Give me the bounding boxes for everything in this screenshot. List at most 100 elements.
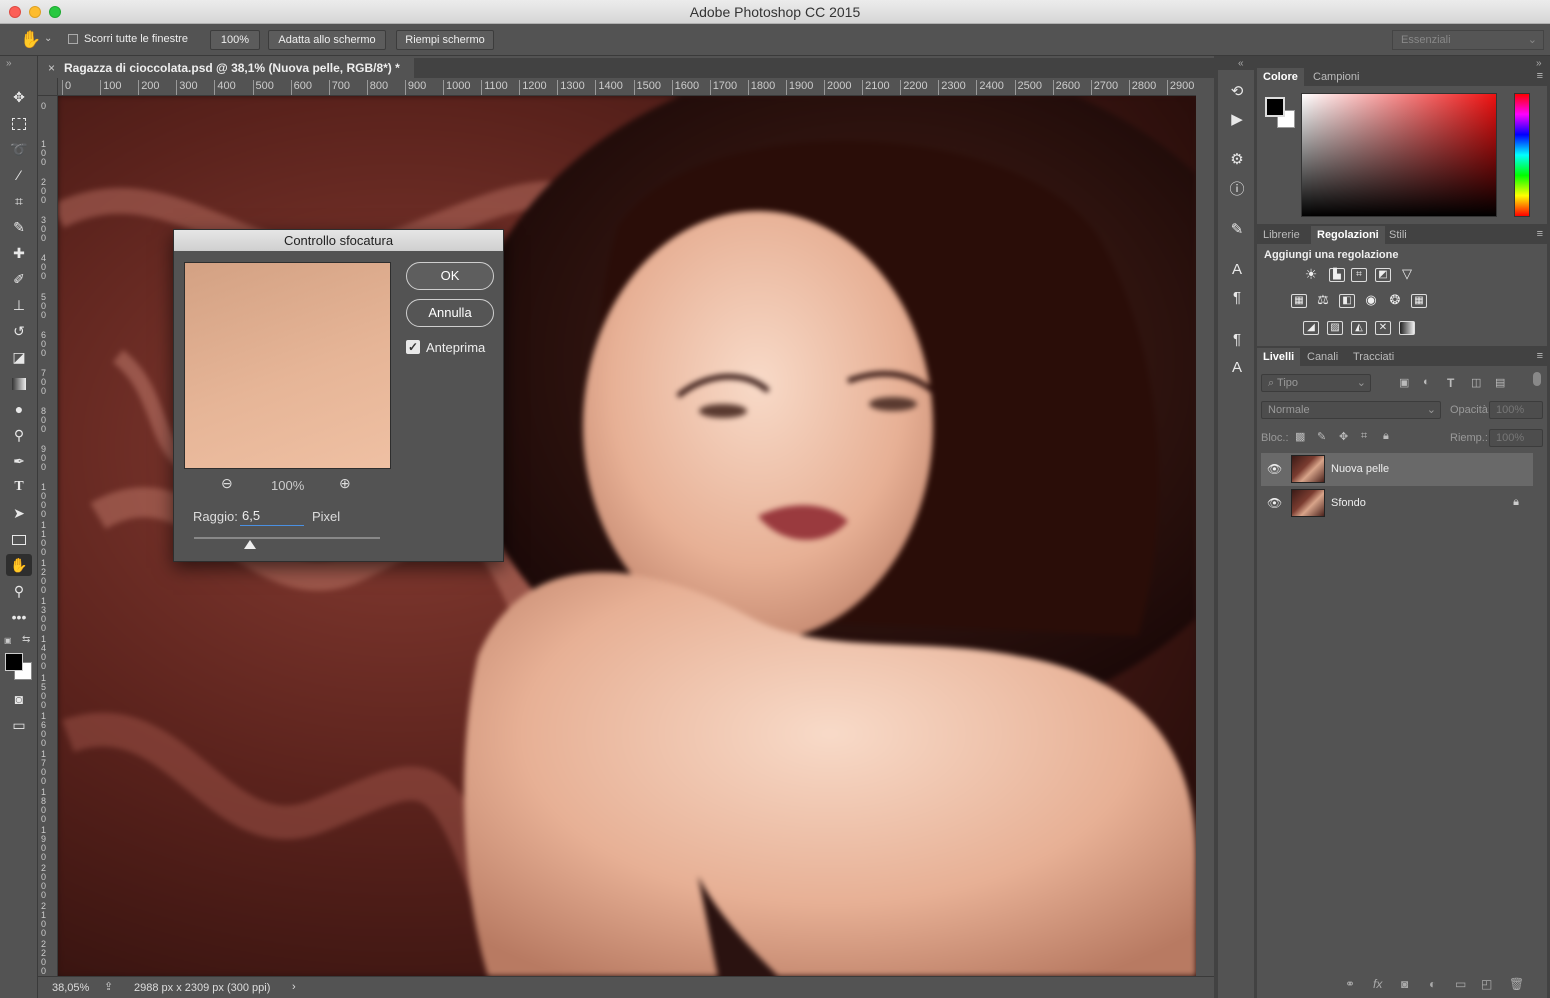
- filter-type-icon[interactable]: T: [1447, 376, 1454, 390]
- default-colors-icon[interactable]: ▣: [4, 636, 12, 645]
- zoom-out-icon[interactable]: ⊖: [221, 475, 233, 492]
- tab-tracciati[interactable]: Tracciati: [1347, 348, 1400, 366]
- blur-tool-icon[interactable]: ●: [6, 398, 32, 420]
- swap-colors-icon[interactable]: ⇆: [22, 634, 30, 645]
- photo-filter-icon[interactable]: ◉: [1363, 293, 1379, 308]
- document-tab[interactable]: × Ragazza di cioccolata.psd @ 38,1% (Nuo…: [42, 58, 414, 78]
- scroll-all-checkbox[interactable]: [68, 34, 78, 44]
- character-styles-icon[interactable]: A: [1227, 358, 1247, 378]
- lock-all-icon[interactable]: 🔒︎: [1383, 430, 1389, 443]
- selective-color-icon[interactable]: ✕: [1375, 321, 1391, 335]
- fill-screen-button[interactable]: Riempi schermo: [396, 30, 494, 50]
- tab-campioni[interactable]: Campioni: [1307, 68, 1365, 86]
- visibility-eye-icon[interactable]: 👁︎: [1267, 496, 1282, 510]
- magic-wand-tool-icon[interactable]: ⁄: [6, 164, 32, 186]
- dodge-tool-icon[interactable]: ⚲: [6, 424, 32, 446]
- collapse-tools-icon[interactable]: »: [6, 58, 12, 69]
- properties-icon[interactable]: ⚙: [1227, 150, 1247, 170]
- hue-slider[interactable]: [1514, 93, 1530, 217]
- filter-toggle[interactable]: [1533, 372, 1541, 386]
- threshold-icon[interactable]: ◭: [1351, 321, 1367, 335]
- opacity-input[interactable]: 100%: [1489, 401, 1543, 419]
- preview-checkbox[interactable]: ✓: [406, 340, 420, 354]
- radius-slider-track[interactable]: [194, 537, 380, 539]
- channel-mixer-icon[interactable]: ❂: [1387, 293, 1403, 308]
- tab-colore[interactable]: Colore: [1257, 68, 1304, 86]
- layer-row[interactable]: 👁︎ Nuova pelle: [1261, 453, 1533, 486]
- dialog-preview-image[interactable]: [184, 262, 391, 469]
- paragraph-icon[interactable]: ¶: [1227, 288, 1247, 308]
- hue-saturation-icon[interactable]: ▦: [1291, 294, 1307, 308]
- brightness-icon[interactable]: ☀: [1303, 267, 1319, 282]
- lock-artboard-icon[interactable]: ⌗: [1361, 430, 1367, 443]
- tab-canali[interactable]: Canali: [1301, 348, 1344, 366]
- layer-filter-select[interactable]: ⌕ Tipo ⌄: [1261, 374, 1371, 392]
- dock-collapse-icon[interactable]: «: [1238, 58, 1244, 69]
- rectangle-tool-icon[interactable]: [6, 528, 32, 550]
- type-tool-icon[interactable]: T: [6, 476, 32, 498]
- levels-icon[interactable]: ▙: [1329, 268, 1345, 282]
- new-adjustment-icon[interactable]: ◐: [1429, 977, 1436, 991]
- zoom-level[interactable]: 38,05%: [52, 982, 89, 994]
- lock-transparency-icon[interactable]: ▩: [1295, 430, 1305, 443]
- panel-menu-icon[interactable]: ≡: [1537, 70, 1543, 82]
- panel-menu-icon[interactable]: ≡: [1537, 350, 1543, 362]
- close-tab-icon[interactable]: ×: [48, 58, 55, 78]
- lasso-tool-icon[interactable]: ➰: [6, 138, 32, 160]
- ok-button[interactable]: OK: [406, 262, 494, 290]
- color-field[interactable]: [1301, 93, 1497, 217]
- cancel-button[interactable]: Annulla: [406, 299, 494, 327]
- link-layers-icon[interactable]: ⚭: [1345, 977, 1355, 991]
- status-menu-arrow-icon[interactable]: ›: [292, 981, 296, 993]
- history-brush-tool-icon[interactable]: ↺: [6, 320, 32, 342]
- exposure-icon[interactable]: ◩: [1375, 268, 1391, 282]
- filter-shape-icon[interactable]: ◫: [1471, 376, 1481, 389]
- actions-play-icon[interactable]: ▶: [1227, 110, 1247, 130]
- foreground-color-swatch[interactable]: [5, 653, 23, 671]
- black-white-icon[interactable]: ◧: [1339, 294, 1355, 308]
- brush-tool-icon[interactable]: ✐: [6, 268, 32, 290]
- visibility-eye-icon[interactable]: 👁︎: [1267, 462, 1282, 476]
- paragraph-styles-icon[interactable]: ¶: [1227, 330, 1247, 350]
- path-selection-tool-icon[interactable]: ➤: [6, 502, 32, 524]
- curves-icon[interactable]: ⌗: [1351, 268, 1367, 282]
- marquee-tool-icon[interactable]: [6, 112, 32, 134]
- eyedropper-tool-icon[interactable]: ✎: [6, 216, 32, 238]
- filter-pixel-icon[interactable]: ▣: [1399, 376, 1409, 389]
- fg-color-swatch[interactable]: [1265, 97, 1285, 117]
- hand-tool-active-icon[interactable]: ✋: [6, 554, 32, 576]
- healing-brush-tool-icon[interactable]: ✚: [6, 242, 32, 264]
- filter-adjustment-icon[interactable]: ◐: [1423, 376, 1430, 388]
- fill-input[interactable]: 100%: [1489, 429, 1543, 447]
- tab-librerie[interactable]: Librerie: [1257, 226, 1306, 244]
- tab-livelli[interactable]: Livelli: [1257, 348, 1301, 366]
- lock-pixels-icon[interactable]: ✎: [1317, 430, 1326, 443]
- zoom-tool-icon[interactable]: ⚲: [6, 580, 32, 602]
- screen-mode-icon[interactable]: ▭: [6, 714, 32, 736]
- tab-regolazioni[interactable]: Regolazioni: [1311, 226, 1385, 244]
- color-lookup-icon[interactable]: ▦: [1411, 294, 1427, 308]
- fit-screen-button[interactable]: Adatta allo schermo: [268, 30, 386, 50]
- zoom-100-button[interactable]: 100%: [210, 30, 260, 50]
- gradient-tool-icon[interactable]: [6, 372, 32, 394]
- zoom-in-icon[interactable]: ⊕: [339, 475, 351, 492]
- radius-input[interactable]: 6,5: [240, 506, 304, 526]
- workspace-select[interactable]: Essenziali ⌄: [1392, 30, 1544, 50]
- vibrance-icon[interactable]: ▽: [1399, 267, 1415, 282]
- filter-smart-object-icon[interactable]: ▤: [1495, 376, 1505, 389]
- new-group-icon[interactable]: ▭: [1455, 977, 1466, 991]
- color-balance-icon[interactable]: ⚖: [1315, 293, 1331, 308]
- new-layer-icon[interactable]: ◰: [1481, 977, 1492, 991]
- more-tools-icon[interactable]: •••: [6, 606, 32, 628]
- share-icon[interactable]: ⇪: [104, 980, 113, 993]
- quick-mask-icon[interactable]: ◙: [6, 688, 32, 710]
- posterize-icon[interactable]: ▨: [1327, 321, 1343, 335]
- gradient-map-icon[interactable]: [1399, 321, 1415, 335]
- radius-slider-thumb[interactable]: [243, 540, 256, 549]
- lock-position-icon[interactable]: ✥: [1339, 430, 1348, 443]
- history-icon[interactable]: ⟲: [1227, 82, 1247, 102]
- move-tool-icon[interactable]: ✥: [6, 86, 32, 108]
- invert-icon[interactable]: ◢: [1303, 321, 1319, 335]
- tool-preset-chevron-icon[interactable]: ⌄: [44, 33, 52, 44]
- brush-presets-icon[interactable]: ✎: [1227, 220, 1247, 240]
